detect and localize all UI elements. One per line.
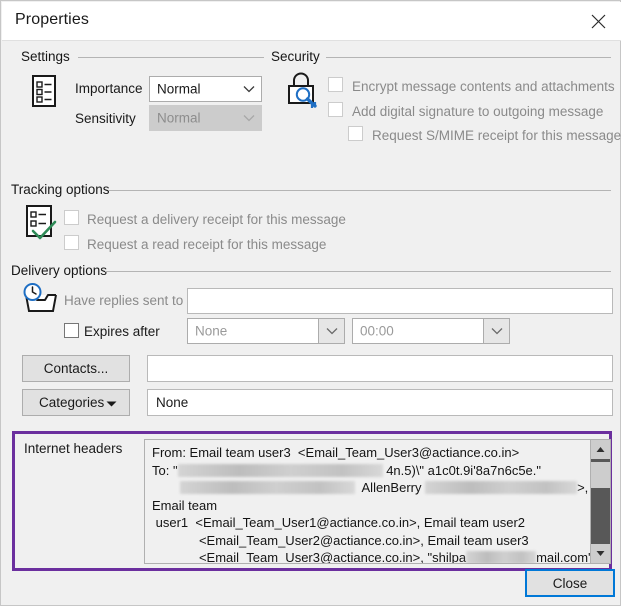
expires-time-select[interactable]: 00:00 [352,318,510,344]
sensitivity-select: Normal [149,105,262,131]
header-text-run: mail.com" [536,550,593,564]
categories-value: None [156,395,189,410]
tracking-group-label: Tracking options [11,182,116,197]
sensitivity-value: Normal [157,110,201,126]
internet-headers-line: To: " 4n.5)\" a1c0t.9i'8a7n6c5e." [152,462,590,480]
smime-receipt-checkbox-label: Request S/MIME receipt for this message [372,128,621,143]
close-button-label: Close [552,575,588,591]
digital-signature-checkbox[interactable] [328,102,343,117]
header-text-run: >, [577,480,589,495]
delivery-receipt-checkbox[interactable] [64,210,79,225]
caret-down-icon [106,395,117,410]
have-replies-sent-to-label: Have replies sent to [64,293,184,308]
title-bar: Properties [2,2,621,41]
internet-headers-scrollbar[interactable] [590,440,610,563]
clock-inbox-icon [20,282,62,327]
expires-after-label: Expires after [84,324,160,339]
lock-key-icon [284,69,324,118]
importance-select[interactable]: Normal [149,76,262,102]
header-text-run: AllenBerry [355,480,426,495]
delivery-group-rule [105,271,611,272]
internet-headers-line: Email team [152,497,590,515]
chevron-down-icon [318,319,344,343]
importance-value: Normal [157,81,201,97]
expires-date-value: None [195,323,228,339]
encrypt-checkbox-label: Encrypt message contents and attachments [352,79,615,94]
expires-date-select[interactable]: None [187,318,345,344]
page-title: Properties [15,11,89,28]
security-group-rule [326,57,611,58]
redacted-text [466,551,537,563]
redacted-text [180,481,355,495]
header-text-run: Email team [152,497,218,513]
internet-headers-textarea[interactable]: From: Email team user3 <Email_Team_User3… [144,439,611,564]
categories-button-label: Categories [39,395,105,410]
scroll-down-arrow-icon[interactable] [591,544,610,563]
scroll-up-arrow-icon[interactable] [591,440,610,459]
contacts-button[interactable]: Contacts... [22,355,130,382]
header-text-run: user1 <Email_Team_User1@actiance.co.in>,… [152,515,526,530]
contacts-button-label: Contacts... [43,361,109,376]
header-text-run: To: " [152,462,178,478]
redacted-text [177,463,383,477]
internet-headers-label: Internet headers [24,441,123,456]
internet-headers-line: user1 <Email_Team_User1@actiance.co.in>,… [152,514,590,532]
security-group-label: Security [271,49,326,64]
internet-headers-content: From: Email team user3 <Email_Team_User3… [152,444,593,564]
header-text-run: <Email_Team_User3@actiance.co.in>, "shil… [152,550,467,564]
expires-after-checkbox[interactable] [64,323,79,338]
internet-headers-line: AllenBerry >, [152,479,590,497]
header-text-run: <Email_Team_User2@actiance.co.in>, Email… [152,532,529,548]
chevron-down-icon [237,77,261,101]
header-text-run: From: Email team user3 <Email_Team_User3… [152,445,520,460]
internet-headers-line: From: Email team user3 <Email_Team_User3… [152,444,590,462]
read-receipt-checkbox[interactable] [64,235,79,250]
categories-button[interactable]: Categories [22,389,130,416]
digital-signature-checkbox-label: Add digital signature to outgoing messag… [352,104,604,119]
close-x-icon[interactable] [575,2,621,40]
redacted-text [425,481,578,495]
internet-headers-line: <Email_Team_User3@actiance.co.in>, "shil… [152,549,593,564]
tracking-check-icon [24,204,64,251]
smime-receipt-checkbox[interactable] [348,126,363,141]
delivery-group-label: Delivery options [11,263,114,278]
expires-time-value: 00:00 [360,323,394,339]
chevron-down-icon [237,106,261,130]
internet-headers-line: <Email_Team_User2@actiance.co.in>, Email… [152,532,590,550]
chevron-down-icon [483,319,509,343]
encrypt-checkbox[interactable] [328,77,343,92]
read-receipt-checkbox-label: Request a read receipt for this message [87,237,327,252]
settings-group-label: Settings [21,49,76,64]
contacts-input[interactable] [147,355,613,382]
header-text-run: 4n.5)\" a1c0t.9i'8a7n6c5e." [382,462,542,478]
categories-value-input[interactable]: None [147,389,613,416]
tracking-group-rule [109,190,611,191]
scrollbar-thumb[interactable] [591,462,610,488]
delivery-receipt-checkbox-label: Request a delivery receipt for this mess… [87,212,346,227]
have-replies-sent-to-input[interactable] [187,288,613,314]
importance-label: Importance [75,81,143,96]
properties-dialog: Properties Settings Importance Normal Se… [0,0,621,606]
settings-group-rule [78,57,264,58]
message-options-icon [27,73,61,116]
sensitivity-label: Sensitivity [75,111,136,126]
close-button[interactable]: Close [525,569,615,597]
